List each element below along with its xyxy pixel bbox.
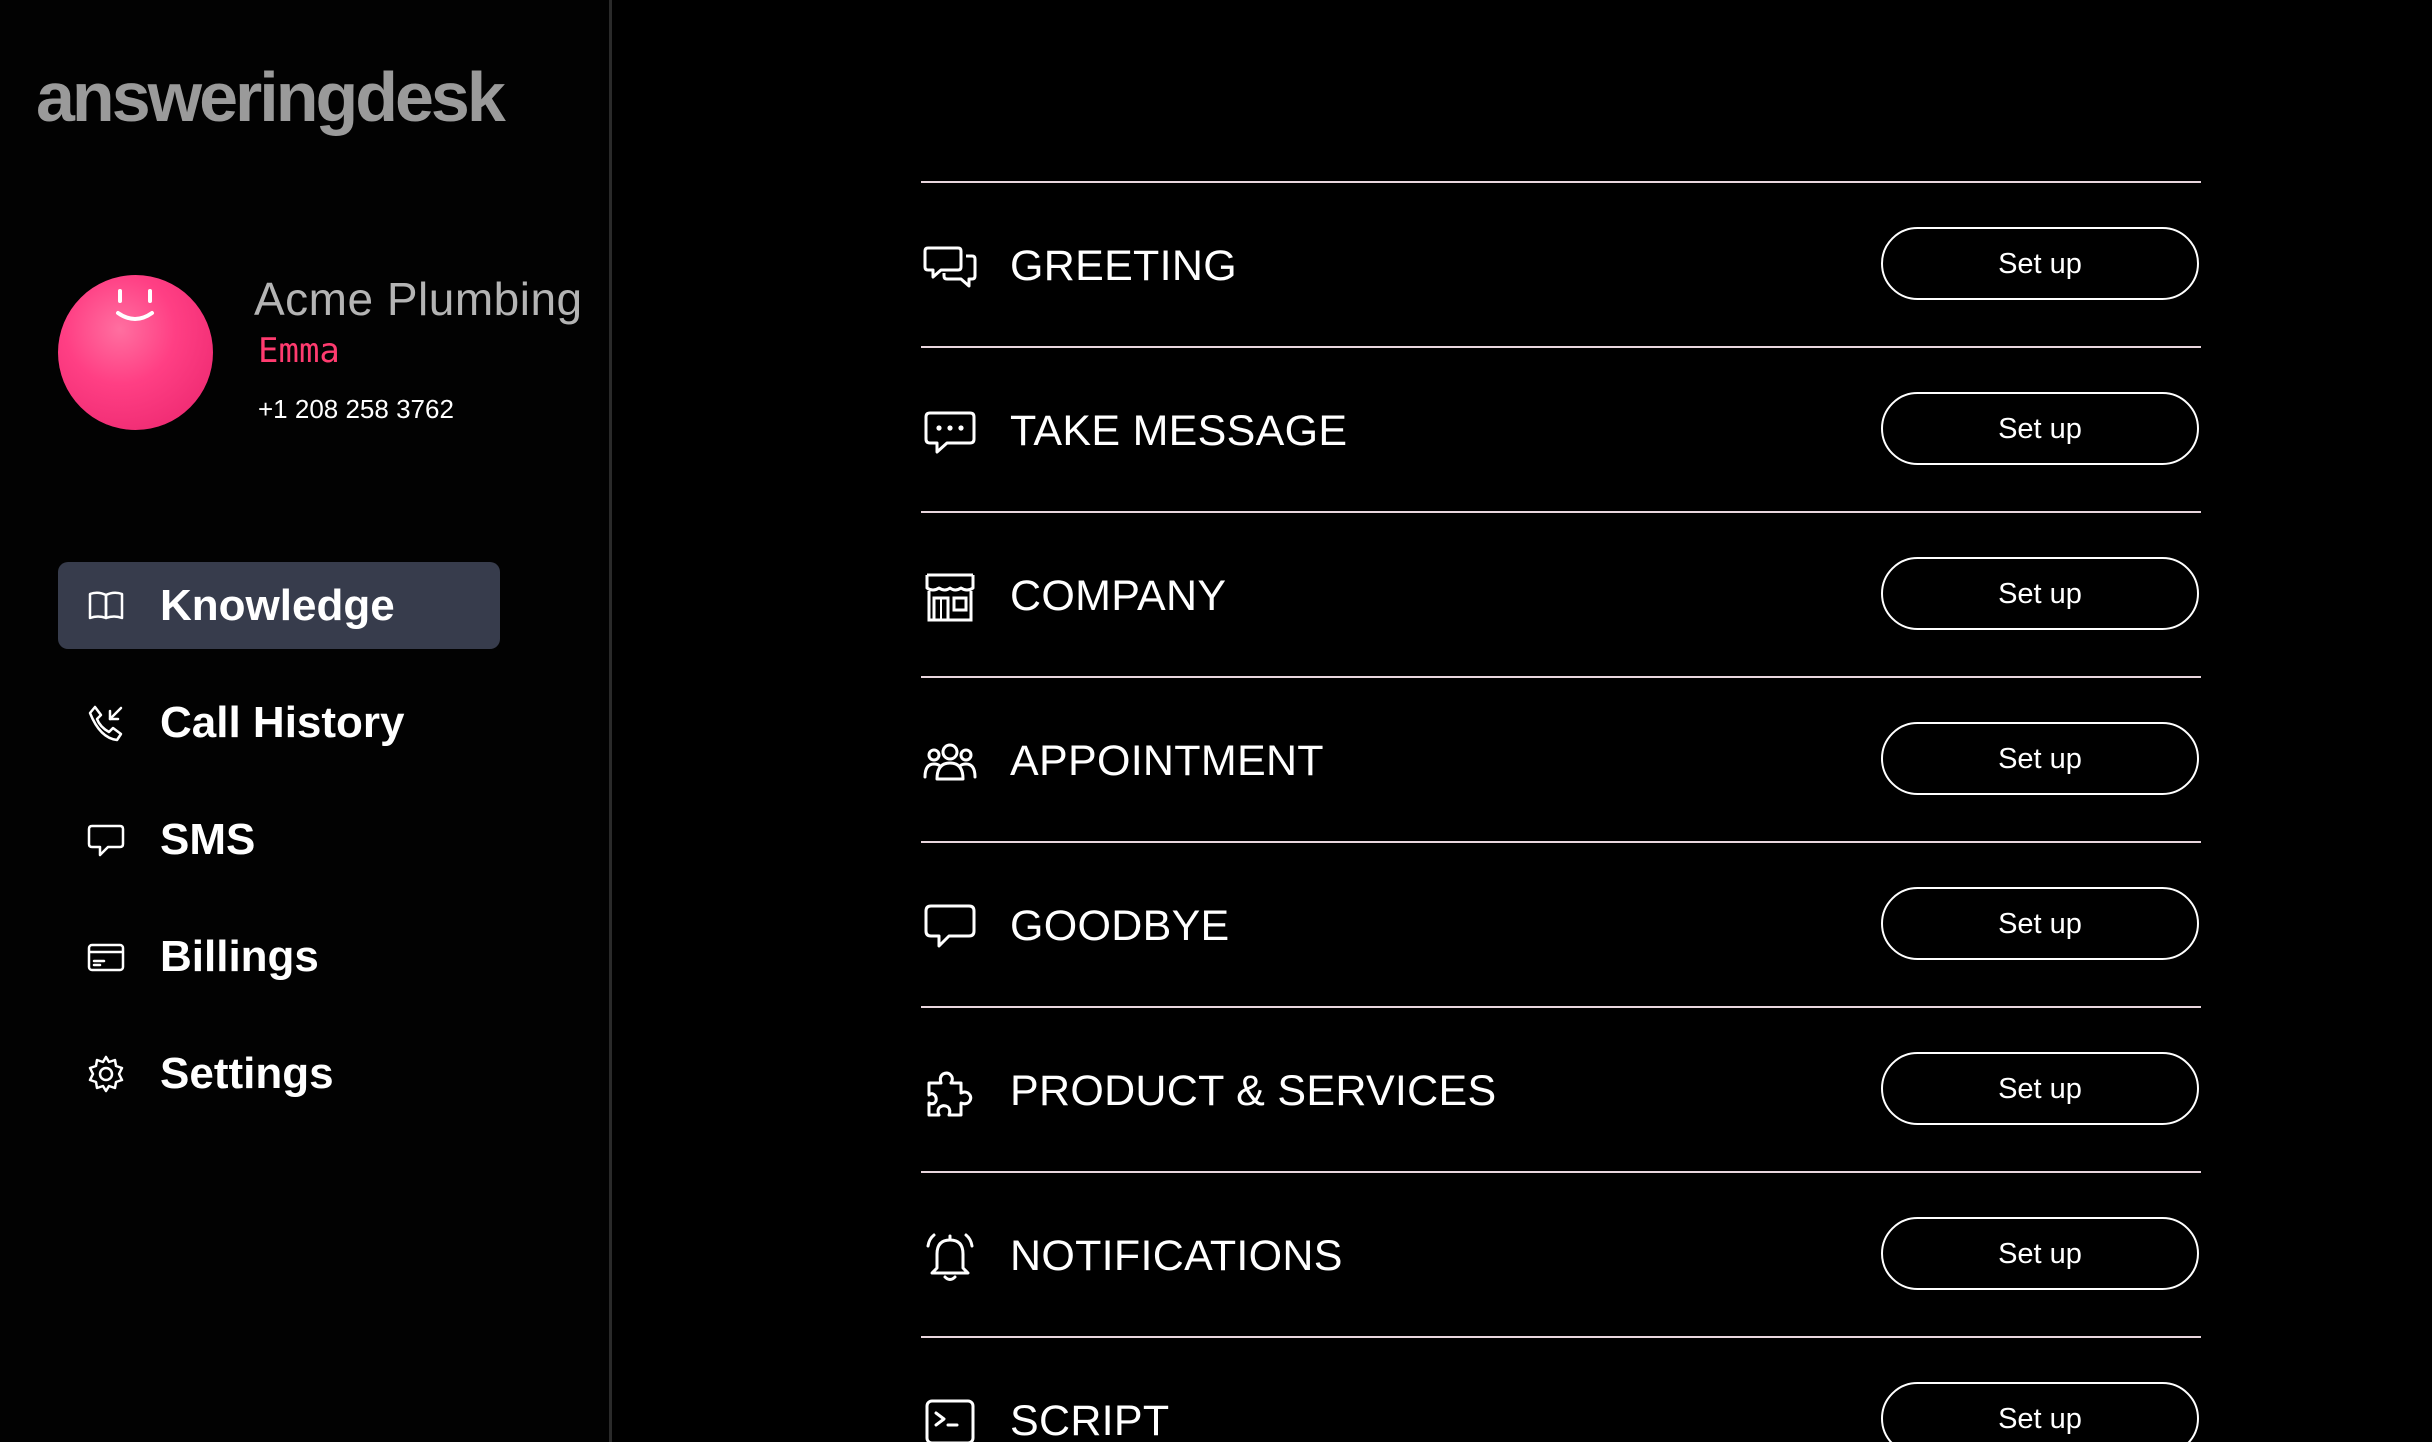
section-label: GOODBYE [1010,902,1230,950]
speech-bubble-icon [924,904,976,948]
section-label: GREETING [1010,242,1237,290]
setup-button-notifications[interactable]: Set up [1881,1217,2199,1290]
sidebar-nav: Knowledge Call History SMS Billings Sett… [58,562,502,1147]
section-label: PRODUCT & SERVICES [1010,1067,1497,1115]
people-group-icon [923,743,977,781]
main-content: GREETING Set up TAKE MESSAGE Set up COMP… [615,0,2432,1442]
chat-bubbles-icon [923,246,977,288]
profile-card: Acme Plumbing Emma +1 208 258 3762 [58,272,598,432]
smiley-face-icon [116,289,154,321]
phone-incoming-icon [88,705,123,742]
section-row-company: COMPANY Set up [921,513,2201,678]
setup-button-take-message[interactable]: Set up [1881,392,2199,465]
section-row-product-services: PRODUCT & SERVICES Set up [921,1008,2201,1173]
sidebar-item-label: SMS [160,815,256,864]
book-icon [88,591,124,620]
section-label: TAKE MESSAGE [1010,407,1348,455]
section-label: COMPANY [1010,572,1227,620]
section-row-notifications: NOTIFICATIONS Set up [921,1173,2201,1338]
section-row-take-message: TAKE MESSAGE Set up [921,348,2201,513]
setup-button-product-services[interactable]: Set up [1881,1052,2199,1125]
storefront-icon [925,573,975,622]
setup-button-appointment[interactable]: Set up [1881,722,2199,795]
agent-name: Emma [258,331,340,371]
setup-button-company[interactable]: Set up [1881,557,2199,630]
puzzle-icon [927,1071,973,1117]
setup-button-greeting[interactable]: Set up [1881,227,2199,300]
sidebar-item-label: Settings [160,1049,334,1098]
setup-button-script[interactable]: Set up [1881,1382,2199,1442]
sidebar-item-call-history[interactable]: Call History [58,679,500,766]
sidebar: answeringdesk Acme Plumbing Emma +1 208 … [0,0,612,1442]
section-label: NOTIFICATIONS [1010,1232,1343,1280]
sidebar-item-label: Billings [160,932,319,981]
avatar[interactable] [58,275,213,430]
sidebar-item-label: Call History [160,698,405,747]
message-bubble-icon [87,824,125,857]
phone-number: +1 208 258 3762 [258,394,454,424]
gear-icon [88,1055,124,1093]
message-dots-icon [924,411,976,454]
sidebar-item-billings[interactable]: Billings [58,913,500,1000]
app-root: answeringdesk Acme Plumbing Emma +1 208 … [0,0,2432,1442]
sidebar-item-label: Knowledge [160,581,395,630]
sidebar-item-sms[interactable]: SMS [58,796,500,883]
section-row-script: SCRIPT Set up [921,1338,2201,1442]
section-row-appointment: APPOINTMENT Set up [921,678,2201,843]
brand-logo[interactable]: answeringdesk [36,62,506,132]
section-row-greeting: GREETING Set up [921,183,2201,348]
knowledge-section-list: GREETING Set up TAKE MESSAGE Set up COMP… [921,181,2201,1442]
terminal-icon [925,1399,975,1442]
section-label: SCRIPT [1010,1397,1170,1442]
sidebar-item-settings[interactable]: Settings [58,1030,500,1117]
bell-icon [926,1233,974,1281]
sidebar-item-knowledge[interactable]: Knowledge [58,562,500,649]
credit-card-icon [87,943,125,972]
section-label: APPOINTMENT [1010,737,1324,785]
company-name: Acme Plumbing [254,273,583,325]
setup-button-goodbye[interactable]: Set up [1881,887,2199,960]
section-row-goodbye: GOODBYE Set up [921,843,2201,1008]
